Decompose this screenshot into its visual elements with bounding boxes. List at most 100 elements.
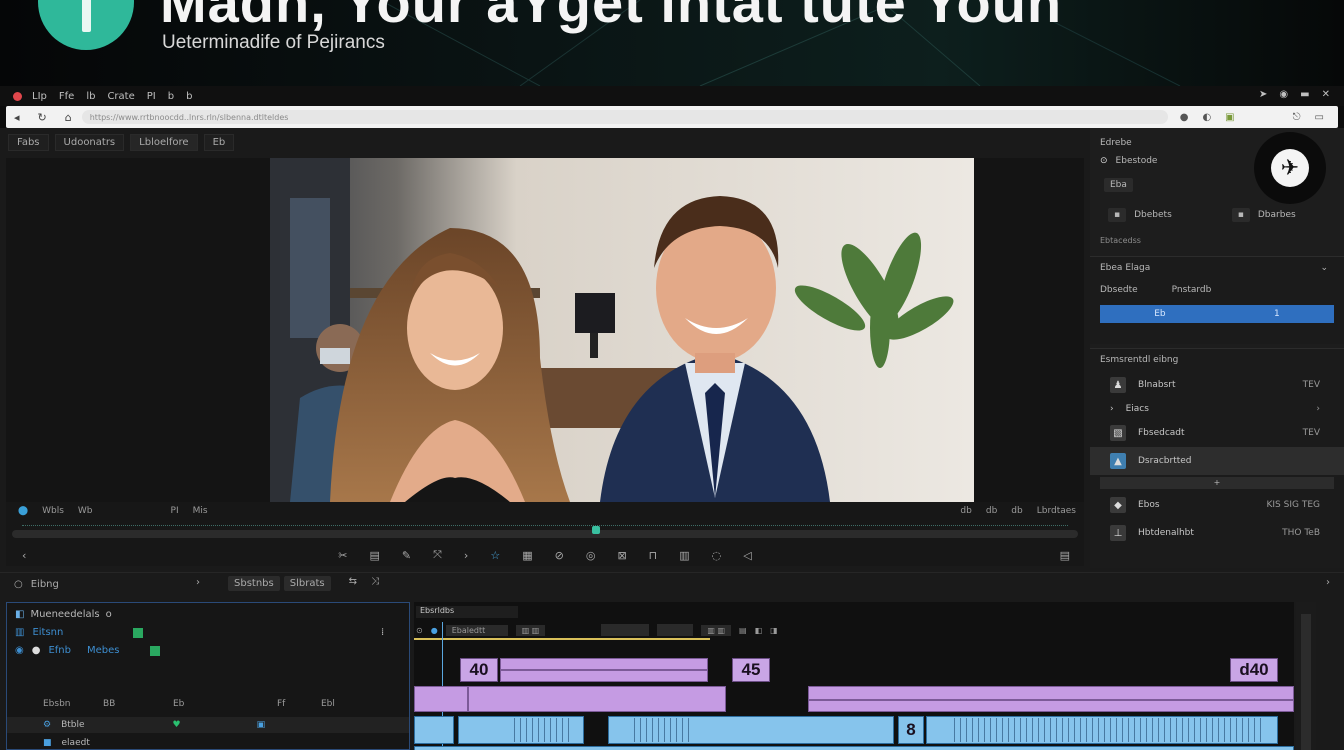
tab-slbrats[interactable]: Slbrats: [283, 576, 331, 591]
split-icon[interactable]: ⤧: [433, 548, 442, 562]
chevron-down-icon[interactable]: ⌄: [1320, 263, 1328, 273]
extension-icon[interactable]: ▣: [1225, 112, 1234, 123]
ripple-icon[interactable]: ▦: [522, 549, 532, 562]
menu-icon[interactable]: ▭: [1315, 112, 1324, 123]
snap-icon[interactable]: ◨: [770, 626, 778, 635]
project-row[interactable]: Efnb: [48, 645, 71, 656]
clip-marker[interactable]: 8: [898, 716, 924, 744]
settings-icon[interactable]: ◐: [1202, 112, 1211, 123]
scrollbar-thumb[interactable]: [1301, 614, 1311, 750]
grid-icon[interactable]: ▥ ▥: [701, 624, 732, 636]
playhead-icon[interactable]: ●: [431, 626, 438, 635]
home-icon[interactable]: ⌂: [65, 111, 72, 124]
refresh-icon[interactable]: ●: [1180, 112, 1189, 123]
video-clip[interactable]: [808, 686, 1294, 700]
swap-icon[interactable]: ⇆: [349, 576, 357, 591]
clip-marker[interactable]: d40: [1230, 658, 1278, 682]
chevron-right-icon[interactable]: ›: [196, 577, 200, 588]
trim-icon[interactable]: ▤: [369, 549, 379, 562]
link-icon[interactable]: ▤: [739, 626, 747, 635]
menu-item[interactable]: b: [168, 91, 174, 102]
cut-icon[interactable]: ✎: [402, 549, 411, 562]
table-row[interactable]: ⚙ Btble ♥ ▣: [7, 717, 409, 733]
audio-clip[interactable]: [414, 716, 454, 744]
menu-item[interactable]: b: [186, 91, 192, 102]
inspector-small-button[interactable]: Eba: [1104, 178, 1133, 192]
url-input[interactable]: https://www.rrtbnoocdd..lnrs.rln/slbenna…: [81, 110, 1168, 124]
project-row[interactable]: Eitsnn: [32, 627, 63, 638]
star-icon[interactable]: ☆: [490, 549, 500, 562]
property-row[interactable]: ◆ Ebos KIS SIG TEG: [1090, 491, 1344, 519]
export-icon[interactable]: ▤: [1060, 549, 1070, 562]
tab-files[interactable]: Fabs: [8, 134, 49, 151]
audio-icon[interactable]: ▥: [679, 549, 689, 562]
info-icon[interactable]: o: [106, 609, 112, 620]
column-header[interactable]: Ebl: [321, 699, 335, 709]
property-row[interactable]: ⊥ Hbtdenalhbt THO TeB: [1090, 519, 1344, 547]
column-header[interactable]: Eb: [173, 699, 277, 709]
column-header[interactable]: BB: [103, 699, 173, 709]
project-row[interactable]: Mebes: [87, 645, 120, 656]
ai-assistant-button[interactable]: ✈: [1254, 132, 1326, 204]
tab-substances[interactable]: Sbstnbs: [228, 576, 280, 591]
shuffle-icon[interactable]: ⤨: [371, 576, 379, 591]
back-icon[interactable]: ‹: [22, 549, 26, 562]
video-clip[interactable]: [414, 686, 468, 712]
video-clip[interactable]: [468, 686, 726, 712]
timecode-icon[interactable]: ⬤: [18, 506, 28, 516]
property-row[interactable]: ♟ Blnabsrt TEV: [1090, 371, 1344, 399]
window-icon[interactable]: ▬: [1300, 89, 1309, 100]
chevron-right-icon[interactable]: ›: [1326, 577, 1330, 588]
work-area-bar[interactable]: [414, 638, 710, 640]
property-row[interactable]: ▧ Fbsedcadt TEV: [1090, 419, 1344, 447]
column-header[interactable]: Ff: [277, 699, 321, 709]
snap-icon[interactable]: ◌: [712, 549, 722, 562]
padlock-icon[interactable]: ⊓: [649, 549, 658, 562]
more-icon[interactable]: ⁞: [381, 627, 384, 638]
zoom-icon[interactable]: ⊙: [416, 626, 423, 635]
radio-icon[interactable]: ●: [32, 645, 41, 656]
menu-item[interactable]: Ffe: [59, 91, 74, 102]
video-clip[interactable]: [808, 700, 1294, 712]
palette-icon[interactable]: ◉: [1279, 89, 1288, 100]
option-1[interactable]: ▪ Dbebets: [1108, 208, 1172, 222]
audio-clip[interactable]: [414, 746, 1294, 750]
property-row-selected[interactable]: ▲ Dsracbrtted: [1090, 447, 1344, 475]
transport-label[interactable]: Lbrdtaes: [1037, 506, 1076, 516]
video-clip[interactable]: [500, 658, 708, 670]
table-row[interactable]: ■ elaedt: [7, 735, 409, 750]
option-2[interactable]: ▪ Dbarbes: [1231, 208, 1296, 222]
scissors-icon[interactable]: ✂: [338, 549, 347, 562]
marker-icon[interactable]: ◧: [755, 626, 763, 635]
record-icon[interactable]: ⊙: [1100, 156, 1108, 166]
magnet-icon[interactable]: ⊘: [555, 549, 564, 562]
tab-library[interactable]: Lbloelfore: [130, 134, 198, 151]
inspector-item[interactable]: Ebestode: [1116, 156, 1158, 166]
account-icon[interactable]: ⎋: [1293, 112, 1301, 123]
speaker-icon[interactable]: ◁: [743, 549, 751, 562]
transport-label[interactable]: db: [1011, 506, 1022, 516]
timecode-box[interactable]: [657, 624, 694, 636]
scrubber[interactable]: [12, 525, 1078, 538]
playhead-marker[interactable]: [592, 526, 600, 534]
timeline-scrollbar[interactable]: [1296, 602, 1316, 750]
link-icon[interactable]: ◎: [586, 549, 596, 562]
radio-icon[interactable]: ◉: [15, 645, 24, 656]
video-frame[interactable]: [270, 158, 974, 502]
lock-icon[interactable]: ⊠: [617, 549, 626, 562]
forward-icon[interactable]: ↻: [38, 111, 47, 124]
panel-header[interactable]: ○ Eibng: [14, 579, 59, 590]
track-name[interactable]: Ebaledtt: [445, 624, 508, 636]
field-value[interactable]: Pnstardb: [1172, 285, 1212, 295]
tab-editors[interactable]: Udoonatrs: [54, 134, 125, 151]
menu-item[interactable]: Crate: [107, 91, 134, 102]
collapse-toggle[interactable]: +: [1100, 477, 1334, 489]
menu-item[interactable]: lb: [86, 91, 95, 102]
menu-item[interactable]: LIp: [32, 91, 47, 102]
timecode-box[interactable]: [601, 624, 650, 636]
value-slider[interactable]: Eb 1: [1100, 305, 1334, 323]
clip-marker[interactable]: 40: [460, 658, 498, 682]
menu-item[interactable]: PI: [147, 91, 156, 102]
video-clip[interactable]: [500, 670, 708, 682]
send-icon[interactable]: ➤: [1259, 89, 1267, 100]
